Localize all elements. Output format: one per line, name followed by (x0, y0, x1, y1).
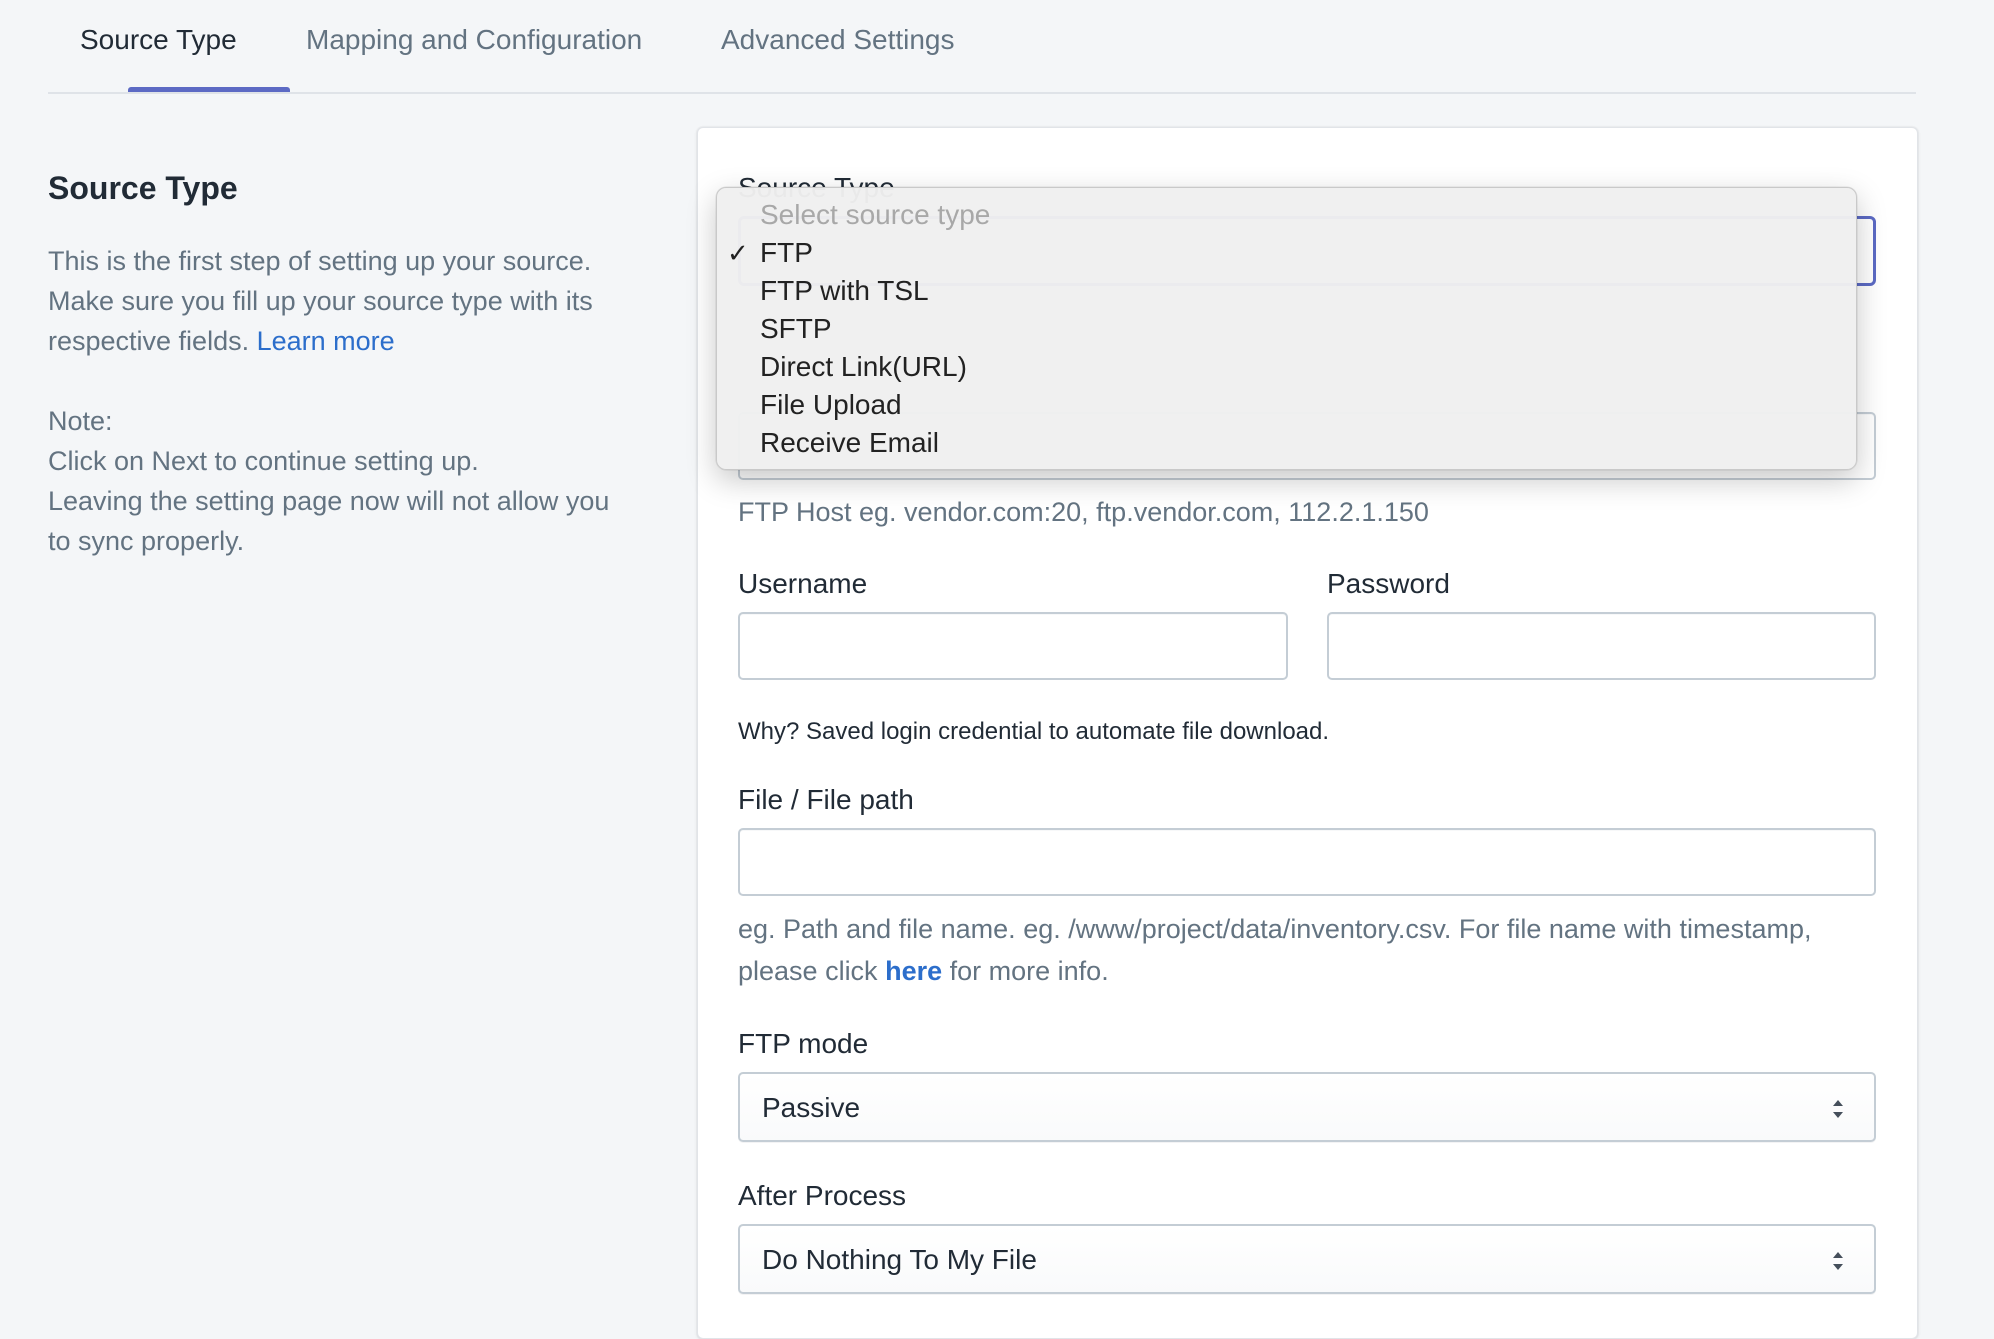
dropdown-option-ftp[interactable]: ✓ FTP (717, 234, 1856, 272)
ftp-mode-value: Passive (762, 1092, 861, 1123)
dropdown-option-receive-email[interactable]: Receive Email (717, 424, 1856, 462)
dropdown-option-label: FTP (760, 237, 813, 268)
password-label: Password (1327, 568, 1450, 599)
dropdown-option-file-upload[interactable]: File Upload (717, 386, 1856, 424)
checkmark-icon: ✓ (727, 238, 749, 268)
dropdown-option-sftp[interactable]: SFTP (717, 310, 1856, 348)
after-process-value: Do Nothing To My File (762, 1244, 1037, 1275)
file-path-help-link[interactable]: here (885, 956, 942, 986)
file-path-field[interactable] (740, 830, 1874, 894)
username-label: Username (738, 568, 868, 599)
file-path-help-suffix: for more info. (949, 956, 1109, 986)
tab-advanced-settings[interactable]: Advanced Settings (721, 24, 955, 56)
tab-source-type[interactable]: Source Type (80, 24, 237, 56)
note-line-1: Click on Next to continue setting up. (48, 446, 479, 476)
after-process-label: After Process (738, 1180, 907, 1211)
source-type-dropdown: Select source type ✓ FTP FTP with TSL SF… (716, 187, 1857, 470)
tab-bar: Source Type Mapping and Configuration Ad… (48, 0, 1916, 94)
section-title: Source Type (48, 170, 238, 206)
username-field[interactable] (740, 614, 1286, 678)
active-tab-indicator (128, 87, 290, 92)
credential-note: Why? Saved login credential to automate … (738, 718, 1330, 745)
note-line-2: Leaving the setting page now will not al… (48, 486, 610, 556)
select-arrows-icon (1833, 1252, 1843, 1270)
dropdown-placeholder: Select source type (760, 199, 991, 230)
description-line-1: This is the first step of setting up you… (48, 246, 592, 276)
file-path-label: File / File path (738, 784, 914, 815)
note-title: Note: (48, 406, 113, 436)
username-input[interactable] (738, 612, 1288, 680)
file-path-help: eg. Path and file name. eg. /www/project… (738, 908, 1858, 992)
tab-mapping-configuration[interactable]: Mapping and Configuration (306, 24, 642, 56)
dropdown-option-ftp-tsl[interactable]: FTP with TSL (717, 272, 1856, 310)
section-description-text: This is the first step of setting up you… (48, 241, 618, 561)
ftp-mode-label: FTP mode (738, 1028, 869, 1059)
password-input[interactable] (1327, 612, 1876, 680)
select-arrows-icon (1833, 1100, 1843, 1118)
password-field[interactable] (1329, 614, 1874, 678)
dropdown-option-direct-link[interactable]: Direct Link(URL) (717, 348, 1856, 386)
after-process-select[interactable]: Do Nothing To My File (738, 1224, 1876, 1294)
learn-more-link[interactable]: Learn more (257, 326, 395, 356)
ftp-mode-select[interactable]: Passive (738, 1072, 1876, 1142)
ftp-host-help: FTP Host eg. vendor.com:20, ftp.vendor.c… (738, 497, 1429, 527)
file-path-input[interactable] (738, 828, 1876, 896)
section-description: Source Type This is the first step of se… (48, 170, 618, 561)
